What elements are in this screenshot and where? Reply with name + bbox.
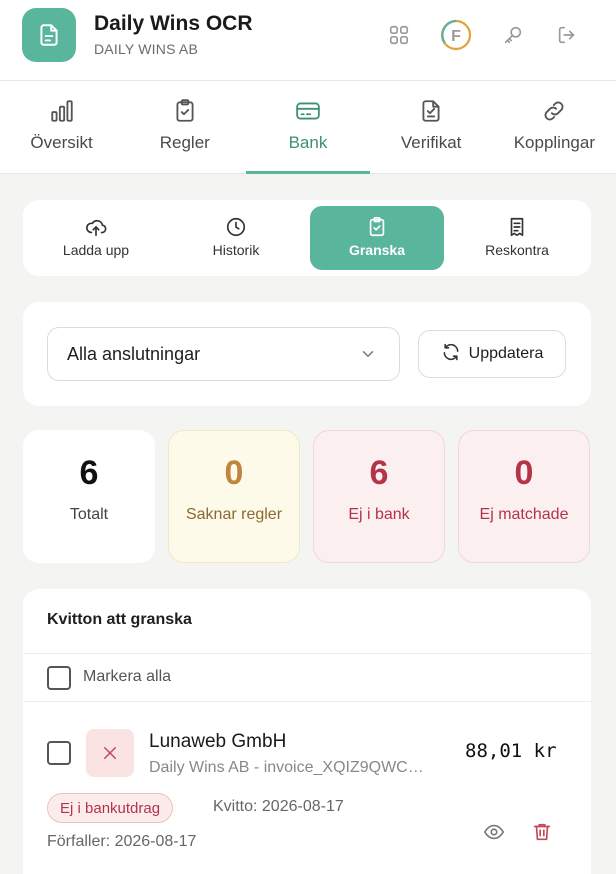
svg-text:F: F <box>451 28 461 45</box>
tab-label: Regler <box>159 133 210 152</box>
link-icon <box>541 97 567 125</box>
clipboard-check-icon <box>366 216 388 238</box>
tab-regler[interactable]: Regler <box>123 81 246 173</box>
refresh-button[interactable]: Uppdatera <box>418 330 566 378</box>
document-icon <box>22 8 76 62</box>
tab-bank[interactable]: Bank <box>246 81 370 174</box>
status-badge: Ej i bankutdrag <box>47 793 174 823</box>
filter-card: Alla anslutningar Uppdatera <box>23 302 591 406</box>
apps-grid-icon[interactable] <box>384 20 414 50</box>
connection-select[interactable]: Alla anslutningar <box>47 327 400 381</box>
bar-chart-icon <box>49 97 75 125</box>
clipboard-check-icon <box>172 97 198 125</box>
subtab-label: Ladda upp <box>62 242 130 258</box>
connection-select-value: Alla anslutningar <box>67 343 201 364</box>
stat-label: Saknar regler <box>185 506 283 523</box>
cloud-upload-icon <box>85 216 107 238</box>
subtab-granska[interactable]: Granska <box>310 206 444 270</box>
f-badge-icon[interactable]: F <box>440 19 472 51</box>
receipt-date: Kvitto: 2026-08-17 <box>213 798 344 815</box>
vendor-name: Lunaweb GmbH <box>149 731 287 752</box>
stat-label: Ej i bank <box>348 506 410 523</box>
trash-icon[interactable] <box>529 819 555 845</box>
company-name: DAILY WINS AB <box>94 41 199 57</box>
stat-saknar-regler[interactable]: 0 Saknar regler <box>168 430 300 563</box>
main-nav: Översikt Regler Bank Verifikat Kopplinga… <box>0 81 616 174</box>
tab-oversikt[interactable]: Översikt <box>0 81 123 173</box>
refresh-label: Uppdatera <box>468 345 544 362</box>
subtab-label: Granska <box>348 242 406 258</box>
select-all-checkbox[interactable] <box>47 666 71 690</box>
tab-label: Kopplingar <box>513 133 595 152</box>
key-icon[interactable] <box>498 20 528 50</box>
tab-kopplingar[interactable]: Kopplingar <box>493 81 616 173</box>
receipts-review-list: Kvitton att granska Markera alla Lunaweb… <box>23 589 591 874</box>
divider <box>23 701 591 702</box>
stat-ej-matchade[interactable]: 0 Ej matchade <box>458 430 590 563</box>
tab-verifikat[interactable]: Verifikat <box>370 81 493 173</box>
credit-card-icon <box>294 97 322 125</box>
receipt-icon <box>506 216 528 238</box>
subtab-historik[interactable]: Historik <box>169 206 303 270</box>
due-date: Förfaller: 2026-08-17 <box>47 833 197 850</box>
stat-ej-i-bank[interactable]: 6 Ej i bank <box>313 430 445 563</box>
tab-label: Bank <box>288 133 328 152</box>
clock-icon <box>225 216 247 238</box>
logout-icon[interactable] <box>552 20 582 50</box>
subtab-label: Historik <box>212 242 260 258</box>
stat-value: 6 <box>79 454 99 492</box>
stat-value: 6 <box>369 454 389 492</box>
list-title: Kvitton att granska <box>47 611 192 628</box>
tab-label: Översikt <box>30 133 93 152</box>
bank-subtabs: Ladda upp Historik Granska Reskontra <box>23 200 591 276</box>
file-check-icon <box>418 97 444 125</box>
stat-label: Totalt <box>69 506 109 523</box>
stat-value: 0 <box>224 454 244 492</box>
divider <box>23 653 591 654</box>
stat-totalt[interactable]: 6 Totalt <box>23 430 155 563</box>
amount: 88,01 kr <box>465 740 557 762</box>
app-header: Daily Wins OCR DAILY WINS AB F <box>0 0 616 81</box>
item-checkbox[interactable] <box>47 741 71 765</box>
subtab-reskontra[interactable]: Reskontra <box>450 206 584 270</box>
subtab-ladda-upp[interactable]: Ladda upp <box>29 206 163 270</box>
stat-label: Ej matchade <box>479 506 569 523</box>
subtab-label: Reskontra <box>485 242 549 258</box>
stat-value: 0 <box>514 454 534 492</box>
select-all-label: Markera alla <box>83 668 172 685</box>
file-name: Daily Wins AB - invoice_XQIZ9QWC… <box>149 759 424 776</box>
tab-label: Verifikat <box>400 133 462 152</box>
chevron-down-icon <box>359 345 377 368</box>
eye-icon[interactable] <box>481 819 507 845</box>
app-title: Daily Wins OCR <box>94 12 253 35</box>
refresh-icon <box>441 342 461 367</box>
x-icon <box>86 729 134 777</box>
